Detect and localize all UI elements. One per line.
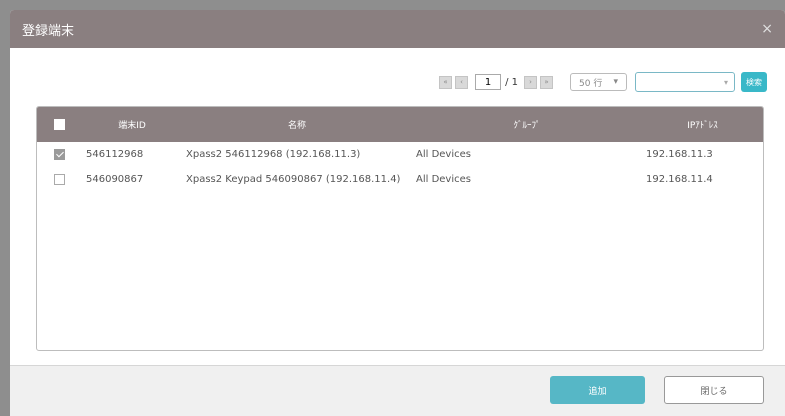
device-table: 端末ID 名称 ｸﾞﾙｰﾌﾟ IPｱﾄﾞﾚｽ 546112968 Xpass2 … xyxy=(36,106,764,351)
row-checkbox[interactable] xyxy=(54,174,65,185)
chevron-down-icon: ▾ xyxy=(613,77,618,87)
cell-name: Xpass2 546112968 (192.168.11.3) xyxy=(186,149,361,160)
table-row[interactable]: 546112968 Xpass2 546112968 (192.168.11.3… xyxy=(37,142,763,167)
dialog-titlebar: 登録端末 × xyxy=(10,10,785,48)
row-checkbox[interactable] xyxy=(54,149,65,160)
cell-group: All Devices xyxy=(416,149,471,160)
cell-ip-address: 192.168.11.3 xyxy=(646,149,713,160)
page-separator: / xyxy=(505,76,509,88)
header-device-id[interactable]: 端末ID xyxy=(82,118,182,131)
table-row[interactable]: 546090867 Xpass2 Keypad 546090867 (192.1… xyxy=(37,167,763,192)
dialog-title: 登録端末 xyxy=(22,23,75,39)
header-name[interactable]: 名称 xyxy=(182,118,412,131)
page-number-input[interactable] xyxy=(475,74,502,90)
close-button[interactable]: 閉じる xyxy=(664,376,764,404)
cell-name: Xpass2 Keypad 546090867 (192.168.11.4) xyxy=(186,174,401,185)
page-total: / 1 xyxy=(505,77,518,88)
page-total-count: 1 xyxy=(511,76,518,88)
cell-group: All Devices xyxy=(416,174,471,185)
last-page-button[interactable]: » xyxy=(540,75,553,89)
header-group[interactable]: ｸﾞﾙｰﾌﾟ xyxy=(412,118,642,131)
search-field-select[interactable]: ▾ xyxy=(635,72,735,92)
table-header: 端末ID 名称 ｸﾞﾙｰﾌﾟ IPｱﾄﾞﾚｽ xyxy=(37,107,763,142)
first-page-button[interactable]: « xyxy=(439,75,453,89)
rows-per-page-value: 50 行 xyxy=(579,78,603,89)
cell-device-id: 546090867 xyxy=(86,174,144,185)
close-icon[interactable]: × xyxy=(761,21,773,37)
select-all-checkbox[interactable] xyxy=(54,119,65,130)
search-button[interactable]: 検索 xyxy=(741,72,767,92)
pagination-toolbar: « ‹ / 1 › » 50 行 ▾ ▾ 検索 xyxy=(439,72,767,92)
add-button[interactable]: 追加 xyxy=(550,376,645,404)
rows-per-page-select[interactable]: 50 行 ▾ xyxy=(570,73,627,91)
cell-device-id: 546112968 xyxy=(86,149,144,160)
cell-ip-address: 192.168.11.4 xyxy=(646,174,713,185)
next-page-button[interactable]: › xyxy=(524,75,537,89)
chevron-down-icon: ▾ xyxy=(723,77,728,87)
dialog-footer: 追加 閉じる xyxy=(10,365,785,416)
header-ip-address[interactable]: IPｱﾄﾞﾚｽ xyxy=(642,118,763,131)
register-device-dialog: 登録端末 × « ‹ / 1 › » 50 行 ▾ ▾ 検索 端末ID 名称 ｸ… xyxy=(10,10,785,416)
prev-page-button[interactable]: ‹ xyxy=(455,75,469,89)
